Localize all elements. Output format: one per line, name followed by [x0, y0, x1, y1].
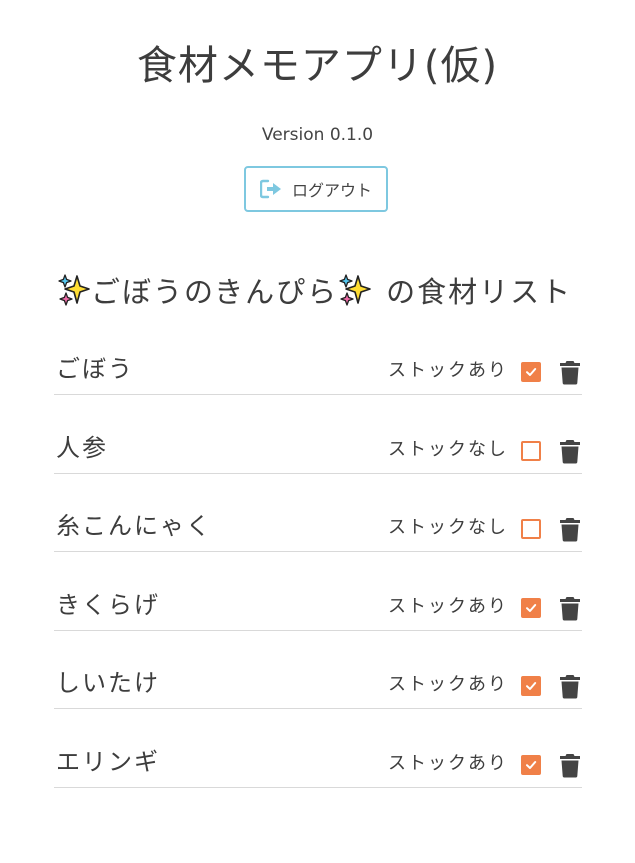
sparkles-icon [339, 274, 371, 306]
logout-button[interactable]: ログアウト [244, 166, 388, 212]
trash-icon [560, 518, 580, 542]
stock-status-label: ストックあり [388, 595, 508, 617]
logout-label: ログアウト [291, 181, 372, 200]
ingredient-name: しいたけ [56, 669, 160, 697]
check-icon [526, 682, 537, 690]
ingredient-name: きくらげ [56, 590, 160, 619]
stock-status-label: ストックなし [388, 438, 508, 460]
check-icon [526, 760, 537, 769]
delete-button[interactable] [559, 360, 581, 385]
trash-icon [560, 596, 580, 620]
stock-status-label: ストックあり [388, 360, 508, 381]
check-icon [526, 603, 537, 612]
ingredient-list: ごぼう ストックあり 人参 ストックなし 糸こんにゃく ストックなし きくらげ … [54, 340, 582, 811]
ingredient-name: ごぼう [56, 355, 134, 383]
delete-button[interactable] [559, 753, 581, 778]
stock-status-label: ストックあり [388, 752, 508, 774]
sign-out-icon [259, 179, 281, 199]
stock-status-label: ストックなし [388, 517, 508, 538]
ingredient-name: 人参 [56, 433, 108, 462]
stock-checkbox[interactable] [521, 754, 541, 775]
app-title: 食材メモアプリ(仮) [136, 43, 499, 89]
delete-button[interactable] [559, 674, 581, 699]
trash-icon [560, 675, 580, 699]
stock-checkbox[interactable] [521, 362, 541, 382]
delete-button[interactable] [559, 439, 581, 464]
version-text: Version 0.1.0 [261, 125, 374, 145]
list-item: しいたけ ストックあり [54, 654, 582, 733]
trash-icon [560, 361, 580, 385]
ingredient-name: 糸こんにゃく [56, 512, 212, 540]
ingredient-name: エリンギ [56, 747, 160, 776]
list-item: 人参 ストックなし [54, 419, 582, 498]
stock-checkbox[interactable] [521, 519, 541, 539]
trash-icon [560, 753, 580, 777]
list-heading-dish: ごぼうのきんぴら [91, 275, 339, 309]
delete-button[interactable] [559, 596, 581, 621]
list-item: きくらげ ストックあり [54, 576, 582, 655]
delete-button[interactable] [559, 517, 581, 542]
list-item: 糸こんにゃく ストックなし [54, 497, 582, 576]
stock-checkbox[interactable] [521, 597, 541, 618]
stock-status-label: ストックあり [388, 674, 508, 695]
sparkles-icon [58, 274, 90, 306]
trash-icon [560, 439, 580, 463]
stock-checkbox[interactable] [521, 440, 541, 461]
list-item: エリンギ ストックあり [54, 733, 582, 812]
check-icon [526, 368, 537, 376]
list-heading: ごぼうのきんぴら の食材リスト [57, 270, 572, 310]
list-heading-suffix: の食材リスト [386, 275, 573, 309]
list-item: ごぼう ストックあり [54, 340, 582, 419]
stock-checkbox[interactable] [521, 676, 541, 696]
